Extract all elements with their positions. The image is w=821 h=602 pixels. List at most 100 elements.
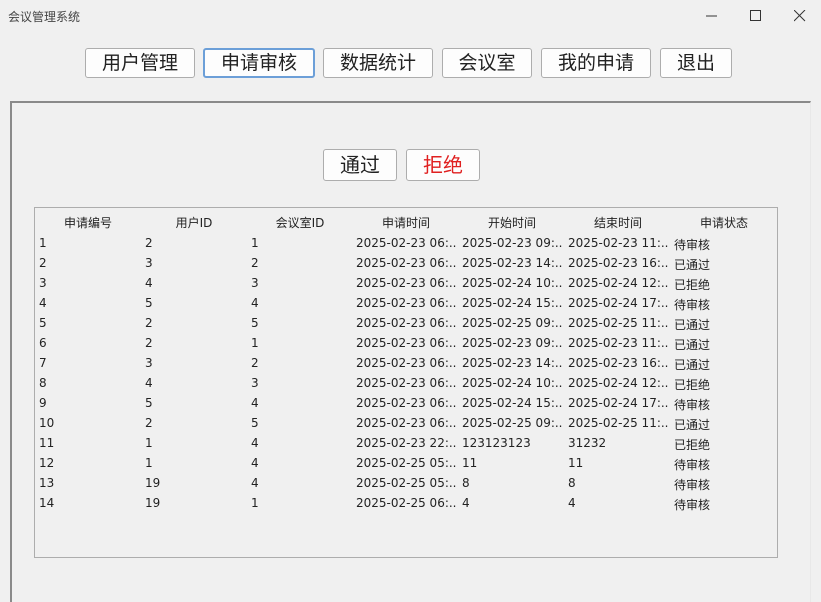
column-header-application-id[interactable]: 申请编号 — [35, 214, 141, 231]
table-cell: 8 — [462, 476, 470, 490]
table-cell: 已通过 — [674, 358, 711, 372]
minimize-button[interactable] — [690, 0, 734, 32]
close-button[interactable] — [778, 0, 821, 32]
table-cell: 4 — [462, 496, 470, 510]
table-row[interactable]: 5 2 5 2025-02-23 06:... 2025-02-25 09:... 202… — [35, 313, 777, 333]
table-row[interactable]: 14 19 1 2025-02-25 06:... 4 4 待审核 — [35, 493, 777, 513]
table-cell: 3 — [251, 376, 259, 390]
table-cell: 5 — [251, 316, 259, 330]
table-cell: 19 — [145, 476, 161, 490]
table-cell: 2025-02-24 17:... — [568, 396, 668, 410]
table-row[interactable]: 9 5 4 2025-02-23 06:... 2025-02-24 15:... 202… — [35, 393, 777, 413]
table-cell: 13 — [39, 476, 55, 490]
table-cell: 2 — [145, 336, 153, 350]
table-cell: 待审核 — [674, 238, 711, 252]
table-cell: 2025-02-23 09:... — [462, 336, 562, 350]
table-header: 申请编号 用户ID 会议室ID 申请时间 开始时间 结束时间 申请状态 — [35, 208, 777, 232]
table-cell: 4 — [568, 496, 576, 510]
column-header-status[interactable]: 申请状态 — [671, 214, 777, 231]
table-cell: 4 — [145, 276, 153, 290]
table-cell: 已拒绝 — [674, 378, 711, 392]
table-cell: 8 — [39, 376, 47, 390]
table-cell: 2025-02-24 10:... — [462, 376, 562, 390]
table-cell: 2025-02-23 06:... — [356, 316, 456, 330]
table-cell: 2025-02-24 15:... — [462, 296, 562, 310]
table-cell: 4 — [39, 296, 47, 310]
table-cell: 待审核 — [674, 498, 711, 512]
table-row[interactable]: 1 2 1 2025-02-23 06:... 2025-02-23 09:... 202… — [35, 233, 777, 253]
table-cell: 2 — [251, 256, 259, 270]
table-row[interactable]: 6 2 1 2025-02-23 06:... 2025-02-23 09:... 202… — [35, 333, 777, 353]
nav-my-applications-button[interactable]: 我的申请 — [541, 48, 651, 78]
table-cell: 1 — [145, 436, 153, 450]
table-cell: 2025-02-23 06:... — [356, 276, 456, 290]
table-row[interactable]: 11 1 4 2025-02-23 22:... 123123123 31232 已拒绝 — [35, 433, 777, 453]
table-row[interactable]: 7 3 2 2025-02-23 06:... 2025-02-23 14:... 202… — [35, 353, 777, 373]
table-cell: 2025-02-24 17:... — [568, 296, 668, 310]
table-cell: 8 — [568, 476, 576, 490]
table-row[interactable]: 3 4 3 2025-02-23 06:... 2025-02-24 10:... 202… — [35, 273, 777, 293]
table-cell: 2025-02-24 15:... — [462, 396, 562, 410]
table-cell: 已通过 — [674, 258, 711, 272]
table-cell: 2025-02-23 16:... — [568, 256, 668, 270]
table-row[interactable]: 2 3 2 2025-02-23 06:... 2025-02-23 14:... 202… — [35, 253, 777, 273]
column-header-room-id[interactable]: 会议室ID — [247, 214, 353, 231]
table-cell: 2025-02-23 06:... — [356, 356, 456, 370]
table-cell: 10 — [39, 416, 55, 430]
table-cell: 4 — [251, 296, 259, 310]
table-cell: 2025-02-23 06:... — [356, 256, 456, 270]
close-icon — [794, 10, 806, 22]
table-cell: 3 — [251, 276, 259, 290]
table-cell: 2025-02-23 16:... — [568, 356, 668, 370]
table-cell: 2025-02-23 06:... — [356, 336, 456, 350]
table-cell: 4 — [251, 456, 259, 470]
table-cell: 3 — [39, 276, 47, 290]
nav-user-management-button[interactable]: 用户管理 — [85, 48, 195, 78]
table-cell: 3 — [145, 256, 153, 270]
table-cell: 2025-02-25 09:... — [462, 416, 562, 430]
column-header-end-time[interactable]: 结束时间 — [565, 214, 671, 231]
table-cell: 2025-02-25 11:... — [568, 416, 668, 430]
table-cell: 5 — [145, 396, 153, 410]
table-row[interactable]: 13 19 4 2025-02-25 05:... 8 8 待审核 — [35, 473, 777, 493]
reject-button[interactable]: 拒绝 — [406, 149, 480, 181]
table-row[interactable]: 4 5 4 2025-02-23 06:... 2025-02-24 15:... 202… — [35, 293, 777, 313]
nav-application-review-button[interactable]: 申请审核 — [203, 48, 315, 78]
applications-table[interactable]: 申请编号 用户ID 会议室ID 申请时间 开始时间 结束时间 申请状态 1212… — [34, 207, 778, 558]
column-header-application-time[interactable]: 申请时间 — [353, 214, 459, 231]
column-header-user-id[interactable]: 用户ID — [141, 214, 247, 231]
table-cell: 3 — [145, 356, 153, 370]
table-cell: 4 — [145, 376, 153, 390]
table-cell: 1 — [251, 336, 259, 350]
table-cell: 2025-02-23 14:... — [462, 356, 562, 370]
table-cell: 4 — [251, 476, 259, 490]
table-cell: 2025-02-24 10:... — [462, 276, 562, 290]
table-cell: 11 — [39, 436, 55, 450]
table-row[interactable]: 12 1 4 2025-02-25 05:... 11 11 待审核 — [35, 453, 777, 473]
approve-button[interactable]: 通过 — [323, 149, 397, 181]
nav-logout-button[interactable]: 退出 — [660, 48, 732, 78]
table-cell: 4 — [251, 396, 259, 410]
table-cell: 2025-02-25 06:... — [356, 496, 456, 510]
table-cell: 2025-02-25 05:... — [356, 456, 456, 470]
nav-statistics-button[interactable]: 数据统计 — [323, 48, 433, 78]
table-cell: 2 — [39, 256, 47, 270]
table-cell: 2025-02-25 05:... — [356, 476, 456, 490]
table-cell: 2025-02-23 22:... — [356, 436, 456, 450]
maximize-icon — [750, 10, 761, 21]
table-cell: 待审核 — [674, 398, 711, 412]
table-cell: 19 — [145, 496, 161, 510]
table-cell: 6 — [39, 336, 47, 350]
column-header-start-time[interactable]: 开始时间 — [459, 214, 565, 231]
table-cell: 2025-02-23 09:... — [462, 236, 562, 250]
nav-meeting-room-button[interactable]: 会议室 — [442, 48, 532, 78]
table-row[interactable]: 8 4 3 2025-02-23 06:... 2025-02-24 10:... 202… — [35, 373, 777, 393]
table-cell: 31232 — [568, 436, 607, 450]
table-row[interactable]: 10 2 5 2025-02-23 06:... 2025-02-25 09:... 20… — [35, 413, 777, 433]
table-cell: 11 — [568, 456, 584, 470]
table-cell: 14 — [39, 496, 55, 510]
table-cell: 1 — [251, 496, 259, 510]
window-title: 会议管理系统 — [8, 10, 81, 24]
table-cell: 2025-02-23 06:... — [356, 296, 456, 310]
maximize-button[interactable] — [734, 0, 778, 32]
